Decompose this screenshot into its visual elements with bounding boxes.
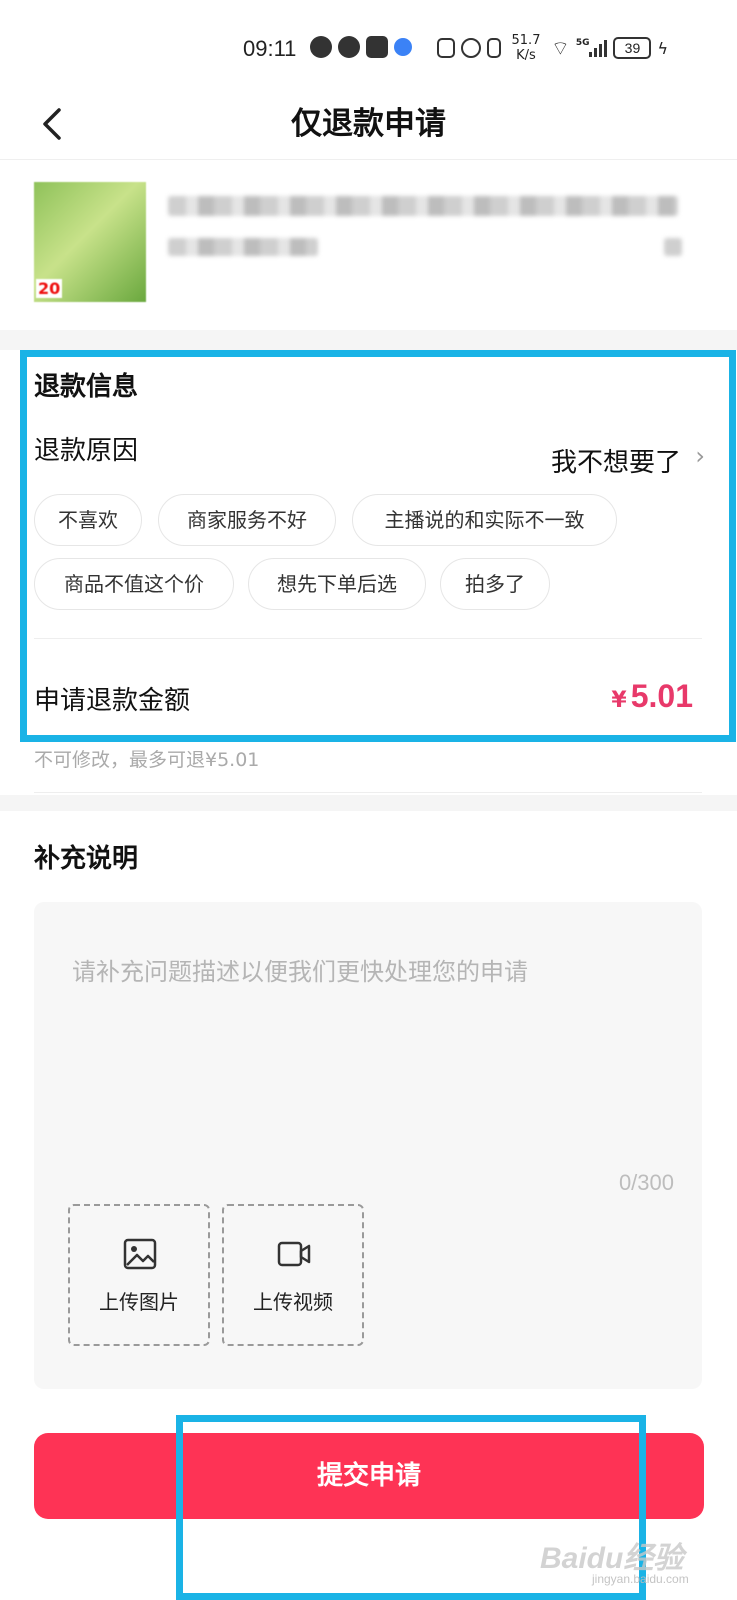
product-summary[interactable]: 20 — [0, 160, 737, 330]
note-textarea[interactable]: 请补充问题描述以便我们更快处理您的申请 0/300 上传图片 上传视频 — [34, 902, 702, 1389]
battery-indicator: 39 — [613, 37, 652, 59]
product-thumbnail-badge: 20 — [36, 279, 63, 298]
refund-info-title: 退款信息 — [34, 372, 139, 402]
reason-chip[interactable]: 主播说的和实际不一致 — [352, 494, 617, 546]
system-icons: 51.7 K/s ⌔ 5G 39 ϟ — [437, 33, 668, 63]
product-spec-redacted — [168, 238, 318, 256]
char-counter: 0/300 — [618, 1170, 674, 1195]
charging-icon: ϟ — [657, 38, 669, 58]
section-gap — [0, 795, 737, 811]
watermark-url: jingyan.baidu.com — [592, 1572, 689, 1586]
section-gap — [0, 330, 737, 350]
refund-amount-number: 5.01 — [630, 678, 693, 714]
refund-reason-label: 退款原因 — [34, 436, 139, 466]
network-type: 5G — [575, 38, 590, 48]
refund-reason-value[interactable]: 我不想要了 — [551, 442, 681, 479]
shopping-bag-icon — [366, 36, 388, 58]
alarm-icon — [461, 38, 481, 58]
notification-icons — [310, 36, 412, 58]
product-quantity-redacted — [664, 238, 682, 256]
header-bar: 仅退款申请 — [0, 90, 737, 160]
nfc-icon — [437, 38, 455, 58]
reason-chip[interactable]: 商家服务不好 — [158, 494, 336, 546]
status-time: 09:11 — [243, 36, 297, 61]
note-placeholder: 请补充问题描述以便我们更快处理您的申请 — [72, 958, 528, 986]
wechat-icon — [310, 36, 332, 58]
signal-icon — [589, 39, 608, 57]
status-bar: 09:11 51.7 K/s ⌔ 5G 39 ϟ — [0, 0, 737, 90]
reason-chip[interactable]: 商品不值这个价 — [34, 558, 234, 610]
refund-amount-value: ¥5.01 — [611, 678, 693, 715]
note-section-title: 补充说明 — [34, 844, 139, 874]
vibrate-icon — [487, 38, 501, 58]
reason-chip[interactable]: 拍多了 — [440, 558, 550, 610]
upload-image-button[interactable]: 上传图片 — [68, 1204, 210, 1346]
upload-video-label: 上传视频 — [253, 1290, 333, 1314]
refund-amount-label: 申请退款金额 — [34, 686, 191, 716]
chevron-right-icon[interactable]: › — [695, 442, 705, 470]
net-speed-value: 51.7 — [511, 33, 541, 48]
divider — [34, 792, 702, 793]
currency-symbol: ¥ — [611, 688, 627, 713]
product-thumbnail: 20 — [34, 182, 146, 302]
browser-icon — [394, 38, 412, 56]
message-icon — [338, 36, 360, 58]
watermark-brand: Baidu经验 — [540, 1542, 684, 1575]
reason-chip[interactable]: 想先下单后选 — [248, 558, 426, 610]
wifi-icon: ⌔ — [551, 35, 570, 60]
reason-chip[interactable]: 不喜欢 — [34, 494, 142, 546]
page-title: 仅退款申请 — [291, 106, 446, 142]
upload-image-label: 上传图片 — [99, 1290, 179, 1314]
upload-video-button[interactable]: 上传视频 — [222, 1204, 364, 1346]
submit-button[interactable]: 提交申请 — [34, 1433, 704, 1519]
video-camera-icon — [277, 1241, 311, 1267]
refund-amount-hint: 不可修改，最多可退¥5.01 — [34, 749, 260, 771]
divider — [34, 638, 702, 639]
product-title-redacted — [168, 196, 678, 216]
net-speed: 51.7 K/s — [507, 33, 545, 63]
net-speed-unit: K/s — [516, 48, 536, 63]
image-icon — [123, 1238, 157, 1270]
